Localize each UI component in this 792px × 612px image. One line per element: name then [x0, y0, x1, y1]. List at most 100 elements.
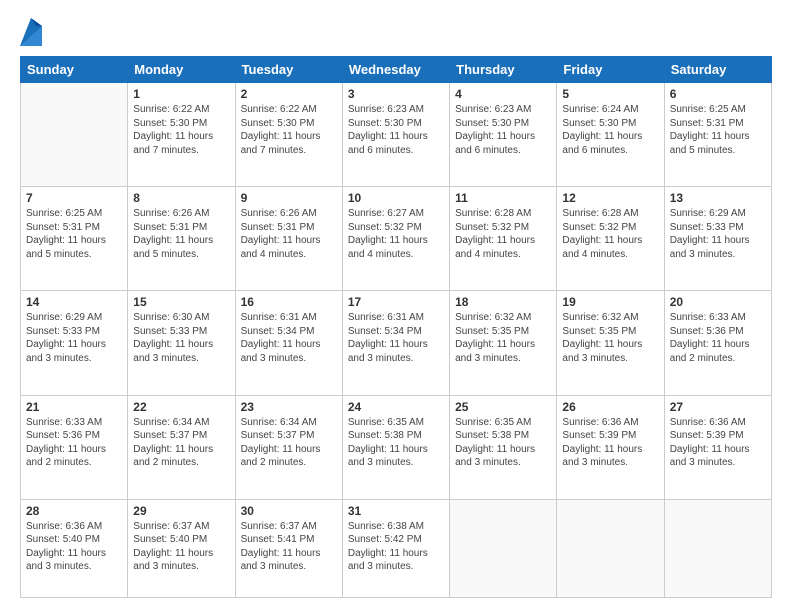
cell-info: Sunrise: 6:36 AMSunset: 5:39 PMDaylight:…	[670, 416, 766, 470]
week-row-2: 7 Sunrise: 6:25 AMSunset: 5:31 PMDaylight…	[21, 187, 772, 291]
cell-info: Sunrise: 6:31 AMSunset: 5:34 PMDaylight:…	[241, 311, 337, 365]
calendar-cell: 25 Sunrise: 6:35 AMSunset: 5:38 PMDayligh…	[450, 395, 557, 499]
day-number: 18	[455, 295, 551, 309]
calendar-cell: 16 Sunrise: 6:31 AMSunset: 5:34 PMDayligh…	[235, 291, 342, 395]
cell-info: Sunrise: 6:22 AMSunset: 5:30 PMDaylight:…	[133, 103, 229, 157]
week-row-3: 14 Sunrise: 6:29 AMSunset: 5:33 PMDayligh…	[21, 291, 772, 395]
weekday-header-tuesday: Tuesday	[235, 57, 342, 83]
cell-info: Sunrise: 6:26 AMSunset: 5:31 PMDaylight:…	[241, 207, 337, 261]
cell-info: Sunrise: 6:24 AMSunset: 5:30 PMDaylight:…	[562, 103, 658, 157]
calendar-cell: 26 Sunrise: 6:36 AMSunset: 5:39 PMDayligh…	[557, 395, 664, 499]
calendar-cell: 28 Sunrise: 6:36 AMSunset: 5:40 PMDayligh…	[21, 499, 128, 597]
cell-info: Sunrise: 6:33 AMSunset: 5:36 PMDaylight:…	[670, 311, 766, 365]
day-number: 20	[670, 295, 766, 309]
calendar-cell: 12 Sunrise: 6:28 AMSunset: 5:32 PMDayligh…	[557, 187, 664, 291]
cell-info: Sunrise: 6:29 AMSunset: 5:33 PMDaylight:…	[26, 311, 122, 365]
calendar-cell: 3 Sunrise: 6:23 AMSunset: 5:30 PMDaylight…	[342, 83, 449, 187]
day-number: 29	[133, 504, 229, 518]
day-number: 30	[241, 504, 337, 518]
cell-info: Sunrise: 6:26 AMSunset: 5:31 PMDaylight:…	[133, 207, 229, 261]
cell-info: Sunrise: 6:35 AMSunset: 5:38 PMDaylight:…	[455, 416, 551, 470]
day-number: 2	[241, 87, 337, 101]
calendar-cell: 24 Sunrise: 6:35 AMSunset: 5:38 PMDayligh…	[342, 395, 449, 499]
cell-info: Sunrise: 6:23 AMSunset: 5:30 PMDaylight:…	[455, 103, 551, 157]
calendar-cell: 2 Sunrise: 6:22 AMSunset: 5:30 PMDaylight…	[235, 83, 342, 187]
cell-info: Sunrise: 6:25 AMSunset: 5:31 PMDaylight:…	[670, 103, 766, 157]
calendar-cell: 13 Sunrise: 6:29 AMSunset: 5:33 PMDayligh…	[664, 187, 771, 291]
cell-info: Sunrise: 6:28 AMSunset: 5:32 PMDaylight:…	[455, 207, 551, 261]
cell-info: Sunrise: 6:23 AMSunset: 5:30 PMDaylight:…	[348, 103, 444, 157]
cell-info: Sunrise: 6:33 AMSunset: 5:36 PMDaylight:…	[26, 416, 122, 470]
logo	[20, 18, 46, 46]
day-number: 5	[562, 87, 658, 101]
calendar-cell: 23 Sunrise: 6:34 AMSunset: 5:37 PMDayligh…	[235, 395, 342, 499]
weekday-header-wednesday: Wednesday	[342, 57, 449, 83]
calendar-cell: 11 Sunrise: 6:28 AMSunset: 5:32 PMDayligh…	[450, 187, 557, 291]
day-number: 6	[670, 87, 766, 101]
weekday-header-thursday: Thursday	[450, 57, 557, 83]
calendar-cell	[664, 499, 771, 597]
calendar-cell: 31 Sunrise: 6:38 AMSunset: 5:42 PMDayligh…	[342, 499, 449, 597]
day-number: 4	[455, 87, 551, 101]
weekday-header-sunday: Sunday	[21, 57, 128, 83]
day-number: 26	[562, 400, 658, 414]
cell-info: Sunrise: 6:22 AMSunset: 5:30 PMDaylight:…	[241, 103, 337, 157]
day-number: 1	[133, 87, 229, 101]
day-number: 14	[26, 295, 122, 309]
calendar-cell: 19Sunrise: 6:32 AMSunset: 5:35 PMDayligh…	[557, 291, 664, 395]
cell-info: Sunrise: 6:34 AMSunset: 5:37 PMDaylight:…	[241, 416, 337, 470]
day-number: 12	[562, 191, 658, 205]
day-number: 15	[133, 295, 229, 309]
cell-info: Sunrise: 6:30 AMSunset: 5:33 PMDaylight:…	[133, 311, 229, 365]
day-number: 25	[455, 400, 551, 414]
week-row-1: 1 Sunrise: 6:22 AMSunset: 5:30 PMDaylight…	[21, 83, 772, 187]
cell-info: Sunrise: 6:34 AMSunset: 5:37 PMDaylight:…	[133, 416, 229, 470]
calendar-cell: 1 Sunrise: 6:22 AMSunset: 5:30 PMDaylight…	[128, 83, 235, 187]
day-number: 28	[26, 504, 122, 518]
calendar-cell	[450, 499, 557, 597]
day-number: 21	[26, 400, 122, 414]
cell-info: Sunrise: 6:36 AMSunset: 5:40 PMDaylight:…	[26, 520, 122, 574]
day-number: 8	[133, 191, 229, 205]
cell-info: Sunrise: 6:35 AMSunset: 5:38 PMDaylight:…	[348, 416, 444, 470]
calendar-cell: 4 Sunrise: 6:23 AMSunset: 5:30 PMDaylight…	[450, 83, 557, 187]
calendar-cell	[21, 83, 128, 187]
weekday-header-friday: Friday	[557, 57, 664, 83]
calendar-cell: 30Sunrise: 6:37 AMSunset: 5:41 PMDayligh…	[235, 499, 342, 597]
cell-info: Sunrise: 6:27 AMSunset: 5:32 PMDaylight:…	[348, 207, 444, 261]
cell-info: Sunrise: 6:38 AMSunset: 5:42 PMDaylight:…	[348, 520, 444, 574]
cell-info: Sunrise: 6:37 AMSunset: 5:40 PMDaylight:…	[133, 520, 229, 574]
day-number: 17	[348, 295, 444, 309]
calendar-cell: 29 Sunrise: 6:37 AMSunset: 5:40 PMDayligh…	[128, 499, 235, 597]
weekday-header-monday: Monday	[128, 57, 235, 83]
calendar-cell: 22 Sunrise: 6:34 AMSunset: 5:37 PMDayligh…	[128, 395, 235, 499]
week-row-5: 28 Sunrise: 6:36 AMSunset: 5:40 PMDayligh…	[21, 499, 772, 597]
calendar-cell: 6 Sunrise: 6:25 AMSunset: 5:31 PMDaylight…	[664, 83, 771, 187]
weekday-header-row: SundayMondayTuesdayWednesdayThursdayFrid…	[21, 57, 772, 83]
week-row-4: 21 Sunrise: 6:33 AMSunset: 5:36 PMDayligh…	[21, 395, 772, 499]
cell-info: Sunrise: 6:36 AMSunset: 5:39 PMDaylight:…	[562, 416, 658, 470]
day-number: 22	[133, 400, 229, 414]
day-number: 11	[455, 191, 551, 205]
day-number: 9	[241, 191, 337, 205]
day-number: 24	[348, 400, 444, 414]
calendar-cell: 20 Sunrise: 6:33 AMSunset: 5:36 PMDayligh…	[664, 291, 771, 395]
day-number: 10	[348, 191, 444, 205]
cell-info: Sunrise: 6:32 AMSunset: 5:35 PMDaylight:…	[562, 311, 658, 365]
day-number: 13	[670, 191, 766, 205]
cell-info: Sunrise: 6:29 AMSunset: 5:33 PMDaylight:…	[670, 207, 766, 261]
header	[20, 18, 772, 46]
calendar-table: SundayMondayTuesdayWednesdayThursdayFrid…	[20, 56, 772, 598]
cell-info: Sunrise: 6:25 AMSunset: 5:31 PMDaylight:…	[26, 207, 122, 261]
day-number: 31	[348, 504, 444, 518]
calendar-cell: 27Sunrise: 6:36 AMSunset: 5:39 PMDayligh…	[664, 395, 771, 499]
calendar-cell: 7 Sunrise: 6:25 AMSunset: 5:31 PMDaylight…	[21, 187, 128, 291]
cell-info: Sunrise: 6:28 AMSunset: 5:32 PMDaylight:…	[562, 207, 658, 261]
cell-info: Sunrise: 6:32 AMSunset: 5:35 PMDaylight:…	[455, 311, 551, 365]
day-number: 16	[241, 295, 337, 309]
day-number: 23	[241, 400, 337, 414]
calendar-cell: 5 Sunrise: 6:24 AMSunset: 5:30 PMDaylight…	[557, 83, 664, 187]
logo-icon	[20, 18, 42, 46]
day-number: 3	[348, 87, 444, 101]
day-number: 7	[26, 191, 122, 205]
